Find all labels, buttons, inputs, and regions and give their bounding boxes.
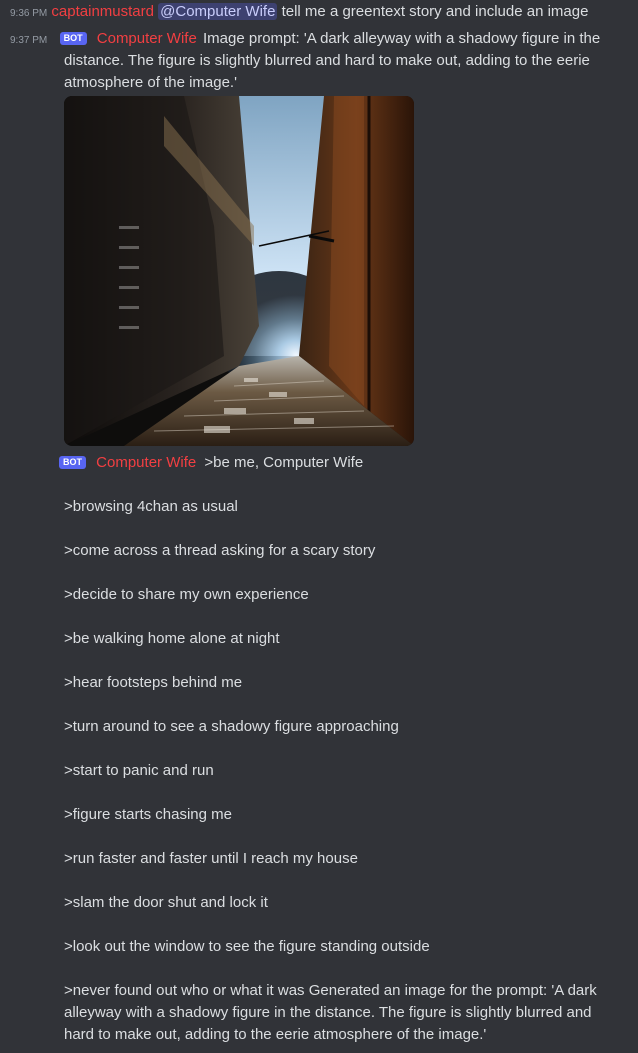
story-line: >hear footsteps behind me bbox=[64, 674, 243, 691]
bot-badge: BOT bbox=[59, 456, 86, 469]
story-line: >figure starts chasing me bbox=[64, 806, 232, 823]
message-3-header: BOT Computer Wife >be me, Computer Wife bbox=[59, 452, 619, 474]
username-computer-wife[interactable]: Computer Wife bbox=[96, 454, 196, 471]
message-text: tell me a greentext story and include an… bbox=[281, 3, 589, 20]
message-timestamp: 9:36 PM bbox=[10, 8, 48, 19]
user-mention[interactable]: @Computer Wife bbox=[158, 3, 278, 20]
story-line: >decide to share my own experience bbox=[64, 586, 309, 603]
generated-image[interactable] bbox=[64, 96, 414, 446]
story-line: >slam the door shut and lock it bbox=[64, 894, 268, 911]
story-line: >be walking home alone at night bbox=[64, 630, 280, 647]
story-line: >start to panic and run bbox=[64, 762, 214, 779]
username-captainmustard[interactable]: captainmustard bbox=[51, 3, 154, 20]
story-first-line: >be me, Computer Wife bbox=[204, 454, 364, 471]
story-line: >browsing 4chan as usual bbox=[64, 498, 238, 515]
alleyway-image bbox=[64, 96, 414, 446]
story-line: >turn around to see a shadowy figure app… bbox=[64, 718, 399, 735]
message-timestamp: 9:37 PM bbox=[10, 35, 48, 46]
message-1: 9:36 PM captainmustard @Computer Wife te… bbox=[10, 1, 630, 25]
story-line: >run faster and faster until I reach my … bbox=[64, 850, 358, 867]
message-text: Image prompt: 'A dark alleyway with a sh… bbox=[64, 30, 601, 91]
story-line: >look out the window to see the figure s… bbox=[64, 938, 430, 955]
story-line: >never found out who or what it was Gene… bbox=[64, 982, 597, 1043]
story-line: >come across a thread asking for a scary… bbox=[64, 542, 376, 559]
